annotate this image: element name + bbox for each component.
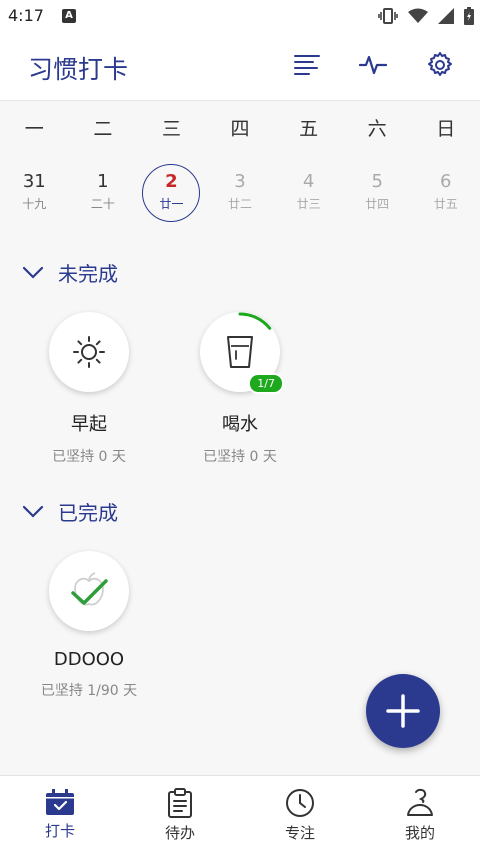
- gear-icon: [428, 52, 452, 76]
- weekday-label: 日: [436, 118, 456, 140]
- date-number: 31: [22, 171, 46, 192]
- sort-button[interactable]: [288, 46, 326, 84]
- statistics-button[interactable]: [354, 46, 392, 84]
- habit-icon-button[interactable]: 1/7: [200, 312, 284, 394]
- user-icon: [407, 788, 433, 816]
- status-time: 4:17: [8, 6, 44, 25]
- weekday-label: 一: [24, 118, 44, 140]
- week-dates: 31 十九 1 二十 2 廿一 3 廿二 4 廿三 5 廿四 6 廿五: [0, 160, 480, 226]
- add-habit-button[interactable]: [366, 674, 440, 748]
- nav-label: 我的: [404, 824, 435, 842]
- notification-icon: A: [62, 9, 76, 23]
- clock-icon: [286, 789, 314, 817]
- weekday-label: 三: [161, 118, 181, 140]
- date-cell[interactable]: 3 廿二: [206, 160, 275, 226]
- section-completed-header[interactable]: 已完成: [22, 497, 118, 526]
- date-cell[interactable]: 1 二十: [69, 160, 138, 226]
- habit-streak: 已坚持 0 天: [52, 449, 126, 465]
- wifi-icon: [408, 8, 428, 23]
- section-title: 已完成: [58, 501, 118, 525]
- habit-icon-button[interactable]: [49, 312, 129, 392]
- sort-lines-icon: [294, 55, 320, 75]
- weekday-label: 六: [367, 118, 387, 140]
- habit-name: DDOOO: [53, 649, 125, 670]
- date-number: 3: [234, 171, 246, 192]
- lunar-date: 廿四: [365, 197, 390, 211]
- signal-icon: [438, 8, 454, 24]
- settings-button[interactable]: [421, 46, 459, 84]
- nav-todo[interactable]: 待办: [120, 776, 240, 854]
- lunar-date: 十九: [22, 197, 47, 211]
- pulse-icon: [359, 55, 387, 75]
- plus-icon: [386, 694, 420, 728]
- chevron-down-icon: [22, 266, 44, 279]
- nav-focus[interactable]: 专注: [240, 776, 360, 854]
- progress-badge: 1/7: [248, 373, 284, 394]
- today-ring: [142, 164, 201, 222]
- vibrate-icon: [378, 8, 398, 24]
- page-title: 习惯打卡: [28, 55, 129, 84]
- nav-label: 专注: [284, 824, 315, 842]
- nav-label: 打卡: [44, 822, 75, 840]
- lunar-date: 廿三: [296, 197, 321, 211]
- habit-card-wake-up[interactable]: 早起 已坚持 0 天: [14, 312, 164, 466]
- date-cell[interactable]: 6 廿五: [411, 160, 480, 226]
- date-number: 1: [97, 171, 109, 192]
- date-number: 4: [302, 171, 315, 192]
- nav-checkin[interactable]: 打卡: [0, 776, 120, 854]
- sun-icon: [73, 336, 105, 368]
- lunar-date: 二十: [90, 197, 115, 211]
- weekday-label: 四: [230, 118, 250, 140]
- date-cell[interactable]: 5 廿四: [343, 160, 412, 226]
- status-bar: 4:17 A: [0, 0, 480, 32]
- apple-check-icon: [71, 572, 108, 606]
- section-title: 未完成: [58, 262, 118, 286]
- app-bar: 习惯打卡: [0, 32, 480, 101]
- date-number: 5: [371, 171, 383, 192]
- date-cell[interactable]: 31 十九: [0, 160, 69, 226]
- lunar-date: 廿五: [433, 197, 458, 211]
- clipboard-icon: [168, 788, 192, 818]
- habit-name: 早起: [71, 414, 107, 435]
- nav-profile[interactable]: 我的: [360, 776, 480, 854]
- habit-streak: 已坚持 1/90 天: [40, 683, 138, 699]
- bottom-navigation: 打卡 待办 专注 我的: [0, 775, 480, 854]
- habit-name: 喝水: [222, 414, 258, 435]
- habit-icon-button[interactable]: [49, 551, 129, 631]
- lunar-date: 廿二: [228, 197, 253, 211]
- status-icons: [378, 7, 474, 25]
- date-cell[interactable]: 4 廿三: [274, 160, 343, 226]
- date-cell-today[interactable]: 2 廿一: [137, 160, 206, 226]
- weekday-label: 五: [299, 118, 319, 140]
- habit-streak: 已坚持 0 天: [203, 449, 277, 465]
- battery-icon: [464, 7, 474, 25]
- weekday-header: 一 二 三 四 五 六 日: [0, 100, 480, 160]
- chevron-down-icon: [22, 505, 44, 518]
- date-number: 6: [440, 171, 452, 192]
- habit-card-drink-water[interactable]: 1/7 喝水 已坚持 0 天: [165, 312, 315, 466]
- calendar-check-icon: [46, 789, 74, 815]
- nav-label: 待办: [164, 824, 195, 842]
- habit-card-ddooo[interactable]: DDOOO 已坚持 1/90 天: [14, 551, 164, 700]
- section-incomplete-header[interactable]: 未完成: [22, 258, 118, 287]
- weekday-label: 二: [93, 118, 113, 140]
